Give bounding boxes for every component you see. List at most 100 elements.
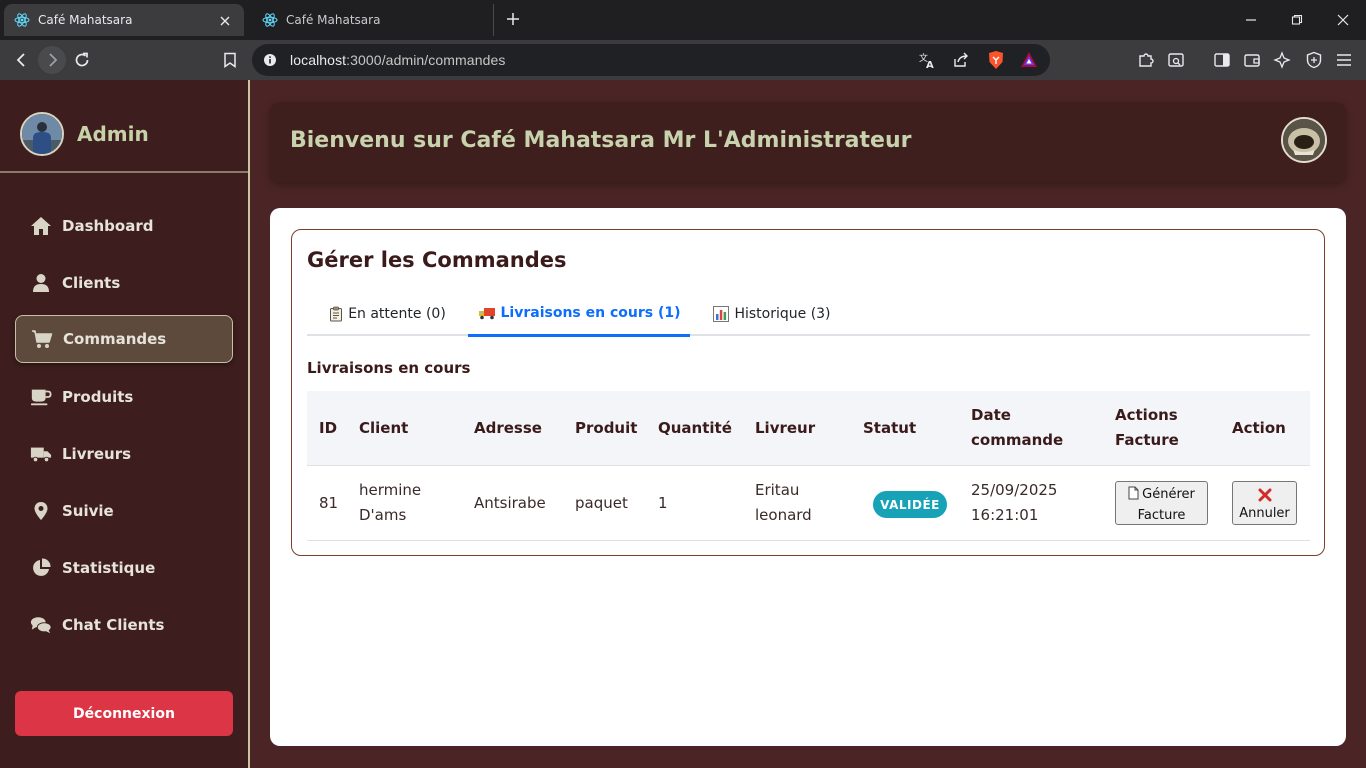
sidebar-item-produits[interactable]: Produits bbox=[15, 373, 233, 421]
welcome-header: Bienvenu sur Café Mahatsara Mr L'Adminis… bbox=[270, 102, 1346, 182]
tab-label: Livraisons en cours (1) bbox=[500, 305, 681, 321]
sidebar-item-livreurs[interactable]: Livreurs bbox=[15, 430, 233, 478]
table-row: 81 hermine D'ams Antsirabe paquet 1 Erit… bbox=[307, 466, 1310, 541]
col-statut: Statut bbox=[863, 419, 917, 437]
share-icon[interactable] bbox=[952, 51, 970, 73]
sidebar-item-label: Chat Clients bbox=[62, 616, 165, 634]
browser-tab-active[interactable]: Café Mahatsara bbox=[4, 4, 244, 36]
address-bar[interactable]: localhost:3000/admin/commandes 文A bbox=[252, 44, 1050, 76]
sidebar-item-suivie[interactable]: Suivie bbox=[15, 487, 233, 535]
generate-invoice-text-2: Facture bbox=[1137, 508, 1186, 523]
logout-button[interactable]: Déconnexion bbox=[15, 691, 233, 736]
extensions-puzzle-icon[interactable] bbox=[1132, 46, 1160, 74]
browser-tab-title: Café Mahatsara bbox=[286, 13, 381, 27]
brave-shield-icon[interactable] bbox=[987, 50, 1005, 74]
tab-search-icon[interactable] bbox=[1162, 46, 1190, 74]
leo-ai-icon[interactable] bbox=[1268, 46, 1296, 74]
url-path: :3000/admin/commandes bbox=[346, 52, 506, 68]
col-actions-line1: Actions bbox=[1115, 406, 1178, 424]
sidebar-border bbox=[248, 80, 250, 768]
map-pin-icon bbox=[30, 500, 52, 522]
pie-chart-icon bbox=[30, 557, 52, 579]
sidebar: Admin Dashboard Clients Commandes Produi… bbox=[0, 80, 248, 768]
cancel-order-label: Annuler bbox=[1239, 506, 1290, 521]
cell-date-line1: 25/09/2025 bbox=[971, 481, 1058, 499]
vpn-shield-icon[interactable] bbox=[1300, 46, 1328, 74]
browser-tab-inactive[interactable]: Café Mahatsara bbox=[252, 4, 494, 36]
site-info-icon[interactable] bbox=[262, 52, 278, 72]
cell-date-line2: 16:21:01 bbox=[971, 506, 1039, 524]
admin-avatar bbox=[20, 112, 64, 156]
back-arrow-icon[interactable] bbox=[8, 46, 36, 74]
bookmark-icon[interactable] bbox=[216, 46, 244, 74]
brave-rewards-icon[interactable] bbox=[1020, 51, 1038, 73]
tab-livraisons-en-cours[interactable]: Livraisons en cours (1) bbox=[468, 292, 690, 337]
cell-client-line1: hermine bbox=[359, 481, 422, 499]
orders-title: Gérer les Commandes bbox=[307, 248, 567, 272]
translate-icon[interactable]: 文A bbox=[918, 51, 936, 73]
sidebar-item-label: Livreurs bbox=[62, 445, 132, 463]
mug-icon bbox=[30, 386, 52, 408]
sidebar-item-label: Statistique bbox=[62, 559, 156, 577]
cart-icon bbox=[31, 328, 53, 350]
delivery-truck-icon bbox=[478, 306, 496, 320]
sidebar-brand: Admin bbox=[20, 111, 149, 157]
user-icon bbox=[30, 272, 52, 294]
main-content-card: Gérer les Commandes En attente (0) Livra… bbox=[270, 208, 1346, 746]
generate-invoice-button[interactable]: Générer Facture bbox=[1115, 481, 1208, 525]
sidebar-item-statistique[interactable]: Statistique bbox=[15, 544, 233, 592]
clipboard-icon bbox=[329, 306, 343, 322]
col-action: Action bbox=[1232, 419, 1286, 437]
cell-adresse: Antsirabe bbox=[474, 494, 546, 512]
restore-icon[interactable] bbox=[1274, 6, 1320, 34]
browser-toolbar: localhost:3000/admin/commandes 文A bbox=[0, 40, 1366, 80]
cell-livreur-line2: leonard bbox=[755, 506, 812, 524]
sidebar-toggle-icon[interactable] bbox=[1208, 46, 1236, 74]
tab-historique[interactable]: Historique (3) bbox=[690, 292, 854, 336]
bar-chart-icon bbox=[713, 306, 730, 322]
sidebar-divider bbox=[0, 171, 248, 173]
sidebar-item-commandes[interactable]: Commandes bbox=[15, 315, 233, 363]
sidebar-item-label: Produits bbox=[62, 388, 134, 406]
close-window-icon[interactable] bbox=[1320, 6, 1366, 34]
coffee-avatar[interactable] bbox=[1281, 117, 1327, 163]
cell-produit: paquet bbox=[575, 494, 628, 512]
cancel-order-button[interactable]: Annuler bbox=[1232, 481, 1297, 525]
sidebar-item-label: Commandes bbox=[63, 330, 167, 348]
sidebar-item-label: Suivie bbox=[62, 502, 114, 520]
new-tab-plus-icon[interactable] bbox=[502, 8, 524, 30]
svg-text:A: A bbox=[926, 60, 934, 69]
generate-invoice-text-1: Générer bbox=[1142, 487, 1195, 502]
browser-tabstrip: Café Mahatsara Café Mahatsara bbox=[0, 0, 1366, 40]
col-actions-line2: Facture bbox=[1115, 431, 1179, 449]
col-quantite: Quantité bbox=[658, 419, 732, 437]
status-badge: VALIDÉE bbox=[873, 491, 947, 518]
welcome-title: Bienvenu sur Café Mahatsara Mr L'Adminis… bbox=[290, 128, 912, 153]
col-date-line2: commande bbox=[971, 431, 1064, 449]
sidebar-brand-label: Admin bbox=[77, 122, 149, 146]
col-livreur: Livreur bbox=[755, 419, 816, 437]
truck-icon bbox=[30, 443, 52, 465]
page: Admin Dashboard Clients Commandes Produi… bbox=[0, 80, 1366, 768]
cross-mark-icon bbox=[1233, 485, 1296, 504]
sidebar-item-dashboard[interactable]: Dashboard bbox=[15, 202, 233, 250]
url-host: localhost bbox=[290, 52, 347, 68]
orders-tabs: En attente (0) Livraisons en cours (1) H… bbox=[307, 292, 1310, 337]
browser-tab-title: Café Mahatsara bbox=[38, 13, 133, 27]
tab-close-icon[interactable] bbox=[216, 11, 234, 30]
tab-en-attente[interactable]: En attente (0) bbox=[307, 292, 468, 336]
address-url: localhost:3000/admin/commandes bbox=[290, 52, 505, 68]
document-icon bbox=[1128, 486, 1139, 506]
comments-icon bbox=[30, 614, 52, 636]
cell-id: 81 bbox=[319, 494, 339, 512]
orders-panel: Gérer les Commandes En attente (0) Livra… bbox=[291, 229, 1325, 556]
sidebar-item-chat-clients[interactable]: Chat Clients bbox=[15, 601, 233, 649]
sidebar-item-clients[interactable]: Clients bbox=[15, 259, 233, 307]
col-client: Client bbox=[359, 419, 409, 437]
minimize-icon[interactable] bbox=[1228, 6, 1274, 34]
reload-icon[interactable] bbox=[68, 46, 96, 74]
forward-arrow-icon[interactable] bbox=[38, 46, 66, 74]
menu-hamburger-icon[interactable] bbox=[1330, 46, 1358, 74]
wallet-icon[interactable] bbox=[1238, 46, 1266, 74]
sidebar-item-label: Clients bbox=[62, 274, 121, 292]
